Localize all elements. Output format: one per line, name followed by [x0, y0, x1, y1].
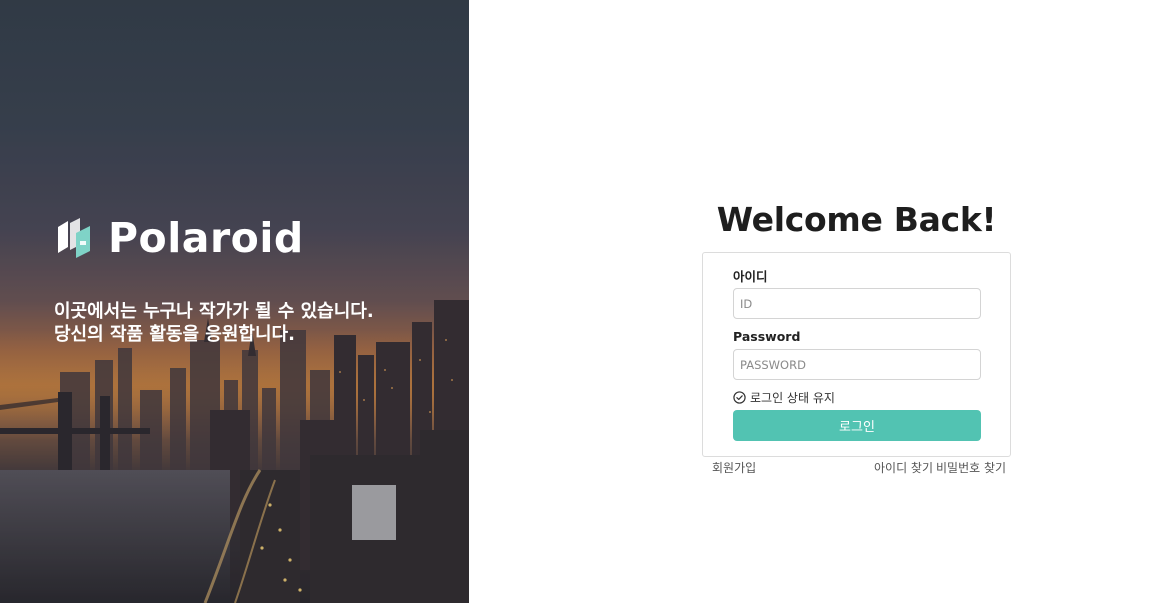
id-label: 아이디 [733, 269, 768, 284]
password-input[interactable] [733, 349, 981, 380]
remember-me-label[interactable]: 로그인 상태 유지 [750, 389, 835, 406]
find-password-link[interactable]: 비밀번호 찾기 [936, 459, 1006, 476]
remember-me-toggle[interactable]: 로그인 상태 유지 [733, 389, 835, 406]
login-button[interactable]: 로그인 [733, 410, 981, 441]
id-input[interactable] [733, 288, 981, 319]
signup-link[interactable]: 회원가입 [712, 459, 756, 476]
brand-name: Polaroid [108, 214, 304, 262]
tagline-line-2: 당신의 작품 활동을 응원합니다. [54, 324, 295, 345]
password-label: Password [733, 329, 801, 344]
login-form: 아이디 Password 로그인 상태 유지 로그인 [702, 252, 1011, 457]
brand: Polaroid [54, 215, 304, 261]
hero-panel: Polaroid 이곳에서는 누구나 작가가 될 수 있습니다. 당신의 작품 … [0, 0, 469, 603]
tagline: 이곳에서는 누구나 작가가 될 수 있습니다. 당신의 작품 활동을 응원합니다… [54, 300, 374, 346]
tagline-line-1: 이곳에서는 누구나 작가가 될 수 있습니다. [54, 301, 374, 322]
find-id-link[interactable]: 아이디 찾기 [874, 459, 933, 476]
page-title: Welcome Back! [716, 200, 997, 239]
polaroid-logo-icon [58, 218, 90, 258]
check-circle-icon[interactable] [733, 391, 746, 404]
